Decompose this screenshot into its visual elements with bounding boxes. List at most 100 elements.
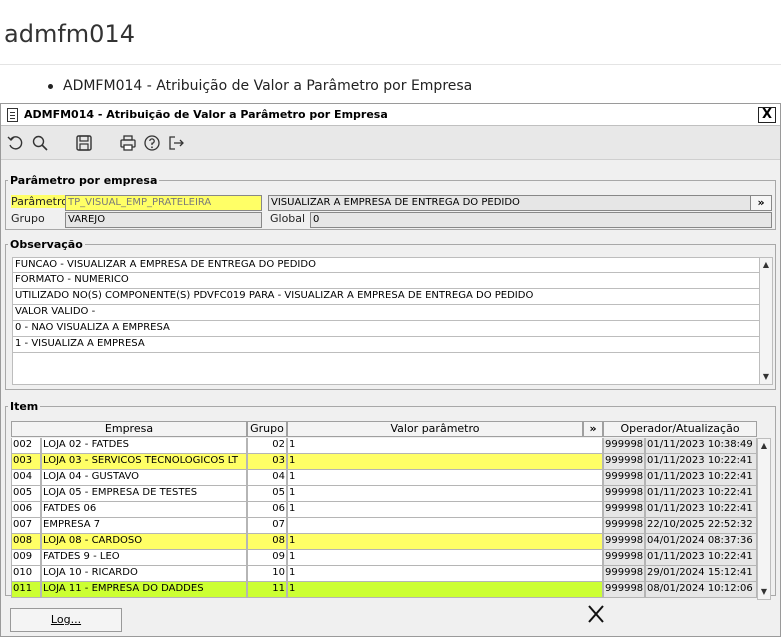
grupo-field[interactable]: VAREJO <box>65 212 262 228</box>
table-row[interactable]: 004 LOJA 04 - GUSTAVO 04 1 999998 01/11/2023 … <box>11 470 757 486</box>
cell-code[interactable]: 004 <box>11 470 41 486</box>
cell-empresa[interactable]: LOJA 05 - EMPRESA DE TESTES <box>41 486 247 502</box>
cell-empresa[interactable]: FATDES 9 - LEO <box>41 550 247 566</box>
save-icon[interactable] <box>73 132 95 154</box>
cell-code[interactable]: 010 <box>11 566 41 582</box>
cell-code[interactable]: 002 <box>11 438 41 454</box>
cell-empresa[interactable]: FATDES 06 <box>41 502 247 518</box>
cell-empresa[interactable]: LOJA 04 - GUSTAVO <box>41 470 247 486</box>
parametro-more-button[interactable]: » <box>750 195 772 211</box>
cell-operador[interactable]: 999998 <box>603 438 645 454</box>
cell-code[interactable]: 007 <box>11 518 41 534</box>
print-icon[interactable] <box>117 132 139 154</box>
global-field[interactable]: 0 <box>310 212 772 228</box>
cell-data[interactable]: 22/10/2025 22:52:32 <box>645 518 757 534</box>
cell-grupo[interactable]: 10 <box>247 566 287 582</box>
cell-code[interactable]: 011 <box>11 582 41 598</box>
cell-code[interactable]: 006 <box>11 502 41 518</box>
cell-valor[interactable]: 1 <box>287 454 603 470</box>
cell-empresa[interactable]: LOJA 03 - SERVICOS TECNOLOGICOS LT <box>41 454 247 470</box>
cell-operador[interactable]: 999998 <box>603 550 645 566</box>
cell-data[interactable]: 08/01/2024 10:12:06 <box>645 582 757 598</box>
exit-icon[interactable] <box>165 132 187 154</box>
table-row[interactable]: 002 LOJA 02 - FATDES 02 1 999998 01/11/2023 1… <box>11 438 757 454</box>
cell-data[interactable]: 01/11/2023 10:22:41 <box>645 486 757 502</box>
cell-grupo[interactable]: 06 <box>247 502 287 518</box>
cell-data[interactable]: 29/01/2024 15:12:41 <box>645 566 757 582</box>
cell-valor[interactable]: 1 <box>287 438 603 454</box>
observacao-textarea[interactable]: FUNCAO - VISUALIZAR A EMPRESA DE ENTREGA… <box>12 257 764 385</box>
cell-empresa[interactable]: LOJA 02 - FATDES <box>41 438 247 454</box>
cell-valor[interactable]: 1 <box>287 502 603 518</box>
cell-code[interactable]: 003 <box>11 454 41 470</box>
col-valor-header[interactable]: Valor parâmetro <box>287 421 583 437</box>
table-row[interactable]: 007 EMPRESA 7 07 999998 22/10/2025 22:52:32 <box>11 518 757 534</box>
cell-code[interactable]: 009 <box>11 550 41 566</box>
close-button[interactable]: X <box>758 107 776 123</box>
parametro-legend: Parâmetro por empresa <box>10 174 158 187</box>
grupo-label: Grupo <box>11 212 45 225</box>
cell-code[interactable]: 008 <box>11 534 41 550</box>
table-row[interactable]: 011 LOJA 11 - EMPRESA DO DADDES 11 1 999998 0… <box>11 582 757 598</box>
cell-data[interactable]: 01/11/2023 10:22:41 <box>645 454 757 470</box>
bullet-text: ADMFM014 - Atribuição de Valor a Parâmet… <box>63 78 473 94</box>
col-grupo-header[interactable]: Grupo <box>247 421 287 437</box>
cell-operador[interactable]: 999998 <box>603 582 645 598</box>
col-empresa-header[interactable]: Empresa <box>11 421 247 437</box>
cell-grupo[interactable]: 03 <box>247 454 287 470</box>
log-button[interactable]: Log... <box>10 608 122 632</box>
cell-operador[interactable]: 999998 <box>603 534 645 550</box>
cell-code[interactable]: 005 <box>11 486 41 502</box>
cell-valor[interactable]: 1 <box>287 470 603 486</box>
cell-grupo[interactable]: 02 <box>247 438 287 454</box>
item-scrollbar[interactable]: ▲ ▼ <box>757 438 771 600</box>
cell-data[interactable]: 04/01/2024 08:37:36 <box>645 534 757 550</box>
table-row[interactable]: 008 LOJA 08 - CARDOSO 08 1 999998 04/01/2024 … <box>11 534 757 550</box>
cell-empresa[interactable]: EMPRESA 7 <box>41 518 247 534</box>
table-row[interactable]: 009 FATDES 9 - LEO 09 1 999998 01/11/2023 10:… <box>11 550 757 566</box>
cell-grupo[interactable]: 08 <box>247 534 287 550</box>
cell-data[interactable]: 01/11/2023 10:38:49 <box>645 438 757 454</box>
cell-empresa[interactable]: LOJA 11 - EMPRESA DO DADDES <box>41 582 247 598</box>
observacao-scrollbar[interactable]: ▲ ▼ <box>759 257 773 385</box>
cell-valor[interactable]: 1 <box>287 566 603 582</box>
cell-data[interactable]: 01/11/2023 10:22:41 <box>645 502 757 518</box>
cell-operador[interactable]: 999998 <box>603 486 645 502</box>
cell-operador[interactable]: 999998 <box>603 518 645 534</box>
cell-grupo[interactable]: 11 <box>247 582 287 598</box>
cell-grupo[interactable]: 07 <box>247 518 287 534</box>
cell-valor[interactable]: 1 <box>287 486 603 502</box>
close-x-icon[interactable] <box>586 603 606 625</box>
cell-valor[interactable]: 1 <box>287 534 603 550</box>
cell-empresa[interactable]: LOJA 08 - CARDOSO <box>41 534 247 550</box>
cell-valor[interactable] <box>287 518 603 534</box>
cell-operador[interactable]: 999998 <box>603 502 645 518</box>
cell-empresa[interactable]: LOJA 10 - RICARDO <box>41 566 247 582</box>
cell-operador[interactable]: 999998 <box>603 470 645 486</box>
search-icon[interactable] <box>29 132 51 154</box>
cell-grupo[interactable]: 04 <box>247 470 287 486</box>
cell-operador[interactable]: 999998 <box>603 454 645 470</box>
parametro-input[interactable]: TP_VISUAL_EMP_PRATELEIRA <box>65 195 262 211</box>
parametro-group: Parâmetro por empresa Parâmetro TP_VISUA… <box>5 174 776 230</box>
undo-icon[interactable] <box>5 132 27 154</box>
cell-operador[interactable]: 999998 <box>603 566 645 582</box>
help-icon[interactable] <box>141 132 163 154</box>
cell-valor[interactable]: 1 <box>287 582 603 598</box>
cell-grupo[interactable]: 05 <box>247 486 287 502</box>
cell-grupo[interactable]: 09 <box>247 550 287 566</box>
scroll-down-icon[interactable]: ▼ <box>760 370 772 384</box>
table-row[interactable]: 006 FATDES 06 06 1 999998 01/11/2023 10:22:41 <box>11 502 757 518</box>
cell-data[interactable]: 01/11/2023 10:22:41 <box>645 550 757 566</box>
scroll-down-icon[interactable]: ▼ <box>758 585 770 599</box>
divider <box>0 64 781 65</box>
scroll-up-icon[interactable]: ▲ <box>758 439 770 453</box>
col-more-button[interactable]: » <box>583 421 603 437</box>
table-row[interactable]: 005 LOJA 05 - EMPRESA DE TESTES 05 1 999998 0… <box>11 486 757 502</box>
scroll-up-icon[interactable]: ▲ <box>760 258 772 272</box>
table-row[interactable]: 003 LOJA 03 - SERVICOS TECNOLOGICOS LT 03 1… <box>11 454 757 470</box>
cell-valor[interactable]: 1 <box>287 550 603 566</box>
col-operador-header[interactable]: Operador/Atualização <box>603 421 757 437</box>
table-row[interactable]: 010 LOJA 10 - RICARDO 10 1 999998 29/01/2024 … <box>11 566 757 582</box>
cell-data[interactable]: 01/11/2023 10:22:41 <box>645 470 757 486</box>
